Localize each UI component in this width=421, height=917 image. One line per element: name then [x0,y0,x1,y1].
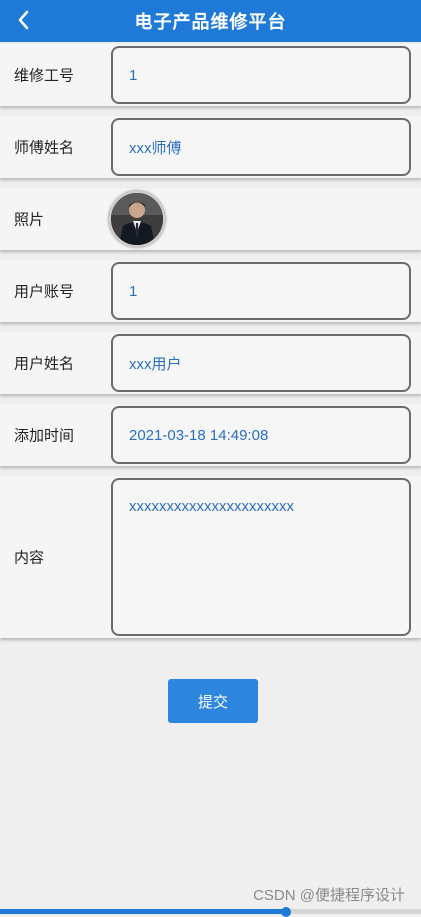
worker-id-label: 维修工号 [14,67,75,85]
watermark: CSDN @便捷程序设计 [253,887,405,904]
row-master-name: 师傅姓名 [0,116,421,178]
row-worker-id: 维修工号 [0,44,421,106]
add-time-input[interactable] [113,408,409,462]
user-account-input[interactable] [113,264,409,318]
content-field[interactable]: xxxxxxxxxxxxxxxxxxxxxx [111,478,411,636]
back-button[interactable] [10,6,38,34]
content-textarea[interactable]: xxxxxxxxxxxxxxxxxxxxxx [113,480,409,634]
add-time-field[interactable] [111,406,411,464]
progress-fill [0,909,287,914]
row-user-name: 用户姓名 [0,332,421,394]
row-photo: 照片 [0,188,421,250]
master-name-label: 师傅姓名 [14,139,75,157]
photo-label: 照片 [14,211,45,229]
row-add-time: 添加时间 [0,404,421,466]
content-label: 内容 [14,549,45,567]
row-content: 内容 xxxxxxxxxxxxxxxxxxxxxx [0,476,421,638]
person-in-suit-image [111,193,163,245]
user-name-label: 用户姓名 [14,355,75,373]
user-name-input[interactable] [113,336,409,390]
user-account-label: 用户账号 [14,283,75,301]
user-account-field[interactable] [111,262,411,320]
submit-button[interactable]: 提交 [168,679,258,723]
worker-id-field[interactable] [111,46,411,104]
page-title: 电子产品维修平台 [134,12,287,32]
progress-knob[interactable] [281,907,292,917]
user-name-field[interactable] [111,334,411,392]
master-name-input[interactable] [113,120,409,174]
row-user-account: 用户账号 [0,260,421,322]
master-name-field[interactable] [111,118,411,176]
repair-form: 维修工号 师傅姓名 照片 用户账号 [0,44,421,638]
add-time-label: 添加时间 [14,427,75,445]
progress-track [0,907,421,917]
worker-id-input[interactable] [113,48,409,102]
photo-avatar[interactable] [109,191,165,247]
top-bar: 电子产品维修平台 [0,0,421,42]
chevron-left-icon [18,10,29,30]
